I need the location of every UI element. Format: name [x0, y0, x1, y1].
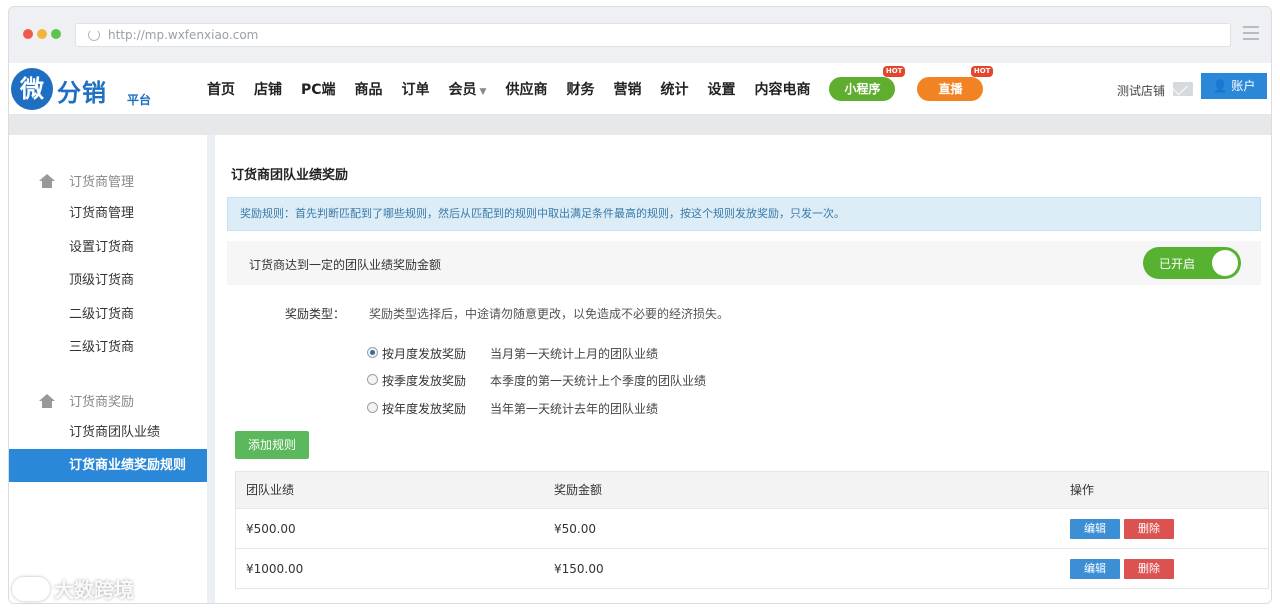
home-icon [39, 174, 55, 188]
radio-description: 当月第一天统计上月的团队业绩 [490, 347, 659, 361]
watermark-logo-icon [12, 577, 50, 601]
sidebar-group-label: 订货商奖励 [69, 395, 135, 410]
radio-button[interactable] [367, 402, 378, 413]
header-divider [9, 115, 1271, 135]
mail-icon[interactable] [1173, 82, 1193, 96]
address-bar[interactable]: http://mp.wxfenxiao.com [75, 23, 1231, 47]
nav-pc[interactable]: PC端 [301, 79, 336, 99]
close-window-icon[interactable] [23, 29, 33, 39]
sidebar-item-set-distributor[interactable]: 设置订货商 [9, 231, 207, 264]
nav-finance[interactable]: 财务 [566, 79, 594, 99]
delete-button[interactable]: 删除 [1124, 519, 1174, 539]
browser-window: http://mp.wxfenxiao.com 微 分销 平台 首页 店铺 PC… [8, 6, 1272, 604]
live-button[interactable]: 直播 HOT [917, 66, 994, 101]
reward-toggle-row: 订货商达到一定的团队业绩奖励金额 已开启 [227, 241, 1261, 285]
reward-toggle-switch[interactable]: 已开启 [1143, 247, 1241, 279]
watermark: 大数跨境 [12, 574, 134, 603]
rule-notice: 奖励规则：首先判断匹配到了哪些规则，然后从匹配到的规则中取出满足条件最高的规则，… [227, 197, 1261, 231]
browser-menu-icon[interactable] [1243, 26, 1259, 40]
nav-statistics[interactable]: 统计 [660, 79, 688, 99]
cell-performance: ¥1000.00 [246, 562, 304, 576]
user-icon: 👤 [1212, 79, 1228, 93]
sidebar-item-third-level-distributor[interactable]: 三级订货商 [9, 331, 207, 364]
nav-members-label: 会员 [448, 82, 477, 98]
miniapp-label: 小程序 [844, 82, 881, 96]
column-header-performance: 团队业绩 [246, 483, 295, 497]
nav-members[interactable]: 会员 ▼ [449, 79, 487, 99]
logo-subtext: 平台 [127, 93, 152, 107]
radio-button[interactable] [367, 374, 378, 385]
nav-content-ecommerce[interactable]: 内容电商 [754, 79, 810, 99]
reload-icon[interactable] [88, 29, 100, 41]
minimize-window-icon[interactable] [37, 29, 47, 39]
radio-description: 当年第一天统计去年的团队业绩 [490, 402, 659, 416]
browser-toolbar: http://mp.wxfenxiao.com [9, 7, 1271, 63]
home-icon [39, 394, 55, 408]
sidebar-item-team-performance[interactable]: 订货商团队业绩 [9, 416, 207, 449]
radio-label: 按季度发放奖励 [382, 374, 467, 388]
app-header: 微 分销 平台 首页 店铺 PC端 商品 订单 会员 ▼ 供应商 财务 营销 统计… [9, 63, 1271, 115]
nav-home[interactable]: 首页 [207, 79, 235, 99]
url-text: http://mp.wxfenxiao.com [108, 28, 259, 42]
radio-label: 按月度发放奖励 [382, 347, 467, 361]
radio-description: 本季度的第一天统计上个季度的团队业绩 [490, 374, 707, 388]
add-rule-button[interactable]: 添加规则 [235, 431, 309, 459]
nav-settings[interactable]: 设置 [707, 79, 735, 99]
maximize-window-icon[interactable] [51, 29, 61, 39]
sidebar-item-distributor-management[interactable]: 订货商管理 [9, 197, 207, 230]
reward-type-label: 奖励类型： [285, 307, 346, 321]
column-header-actions: 操作 [1070, 483, 1095, 497]
hot-badge: HOT [882, 66, 906, 77]
toggle-label: 订货商达到一定的团队业绩奖励金额 [249, 258, 442, 272]
main-nav: 首页 店铺 PC端 商品 订单 会员 ▼ 供应商 财务 营销 统计 设置 内容电商… [207, 63, 1005, 115]
hot-badge: HOT [970, 66, 994, 77]
chevron-down-icon: ▼ [479, 87, 487, 97]
nav-suppliers[interactable]: 供应商 [505, 79, 547, 99]
edit-button[interactable]: 编辑 [1070, 559, 1120, 579]
sidebar-group-distributor-management: 订货商管理 [39, 171, 134, 190]
watermark-text: 大数跨境 [54, 578, 134, 602]
account-button[interactable]: 👤 账户 [1201, 73, 1267, 99]
nav-marketing[interactable]: 营销 [613, 79, 641, 99]
cell-reward: ¥50.00 [554, 522, 596, 536]
nav-store[interactable]: 店铺 [254, 79, 282, 99]
edit-button[interactable]: 编辑 [1070, 519, 1120, 539]
reward-type-hint: 奖励类型选择后，中途请勿随意更改，以免造成不必要的经济损失。 [369, 307, 730, 321]
logo-text: 分销 [57, 79, 107, 107]
sidebar-group-label: 订货商管理 [69, 175, 135, 190]
store-name[interactable]: 测试店铺 [1117, 82, 1165, 99]
sidebar: 订货商管理 订货商管理 设置订货商 顶级订货商 二级订货商 三级订货商 订货商奖… [9, 135, 207, 603]
nav-products[interactable]: 商品 [355, 79, 383, 99]
table-header: 团队业绩 奖励金额 操作 [236, 472, 1268, 508]
account-label: 账户 [1231, 79, 1256, 93]
main-panel: 订货商团队业绩奖励 奖励规则：首先判断匹配到了哪些规则，然后从匹配到的规则中取出… [215, 135, 1271, 603]
logo[interactable]: 微 分销 平台 [11, 67, 171, 111]
table-row: ¥1000.00 ¥150.00 编辑 删除 [236, 548, 1268, 588]
sidebar-item-top-distributor[interactable]: 顶级订货商 [9, 264, 207, 297]
live-label: 直播 [938, 82, 963, 96]
cell-reward: ¥150.00 [554, 562, 604, 576]
radio-button-checked[interactable] [367, 347, 378, 358]
sidebar-item-performance-reward-rules[interactable]: 订货商业绩奖励规则 [9, 449, 207, 482]
page-title: 订货商团队业绩奖励 [231, 168, 349, 183]
sidebar-group-distributor-rewards: 订货商奖励 [39, 391, 134, 410]
logo-mark: 微 [11, 68, 53, 110]
rules-table: 团队业绩 奖励金额 操作 ¥500.00 ¥50.00 编辑 删除 ¥1000.… [235, 471, 1269, 589]
cell-performance: ¥500.00 [246, 522, 296, 536]
column-header-reward: 奖励金额 [554, 483, 603, 497]
delete-button[interactable]: 删除 [1124, 559, 1174, 579]
toggle-knob [1212, 250, 1238, 276]
sidebar-item-second-level-distributor[interactable]: 二级订货商 [9, 298, 207, 331]
table-row: ¥500.00 ¥50.00 编辑 删除 [236, 508, 1268, 548]
nav-orders[interactable]: 订单 [402, 79, 430, 99]
miniapp-button[interactable]: 小程序 HOT [829, 66, 906, 101]
toggle-state: 已开启 [1159, 257, 1196, 271]
radio-label: 按年度发放奖励 [382, 402, 467, 416]
